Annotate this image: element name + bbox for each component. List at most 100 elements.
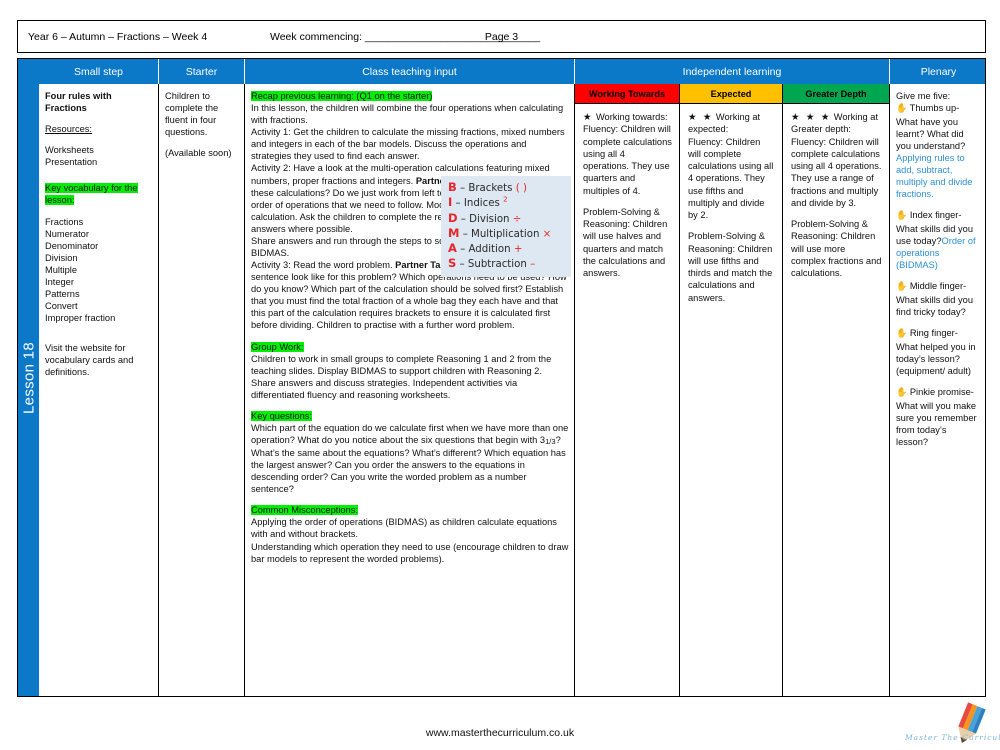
key-questions-heading: Key questions: <box>251 410 312 421</box>
resources-list: Worksheets Presentation <box>45 145 98 168</box>
plenary-item: ✋ Ring finger- What helped you in today’… <box>896 328 976 376</box>
hand-icon: ✋ <box>896 211 908 222</box>
bidmas-letter: A <box>448 241 457 255</box>
bidmas-word: Multiplication <box>471 228 540 240</box>
cell-independent-learning: Working Towards ★ Working towards: Fluen… <box>575 84 890 696</box>
independent-fluency: Fluency: Children will complete calculat… <box>583 124 672 196</box>
bidmas-row: S – Subtraction – <box>448 256 536 271</box>
vocab-item: Patterns <box>45 289 80 300</box>
independent-column-working-towards: Working Towards ★ Working towards: Fluen… <box>575 84 680 696</box>
bidmas-row: M – Multiplication × <box>448 225 552 240</box>
column-header-small-step: Small step <box>39 59 159 84</box>
vocab-item: Integer <box>45 276 74 287</box>
teaching-activity-1: Activity 1: Get the children to calculat… <box>251 127 565 162</box>
badge-expected: Expected <box>680 84 782 104</box>
plenary-item: ✋ Thumbs up- What have you learnt? What … <box>896 103 973 200</box>
bidmas-symbol: + <box>513 244 523 255</box>
table-column-headers: Small step Starter Class teaching input … <box>39 59 985 84</box>
column-header-starter: Starter <box>159 59 245 84</box>
hand-icon: ✋ <box>896 329 908 340</box>
small-step-title: Four rules with Fractions <box>45 91 112 114</box>
independent-fluency: Fluency: Children will complete calculat… <box>791 136 882 208</box>
plenary-answer: Applying rules to add, subtract, multipl… <box>896 153 973 200</box>
vocab-item: Convert <box>45 301 78 312</box>
group-work-text: Children to work in small groups to comp… <box>251 353 552 400</box>
bidmas-reference-box: B – Brackets ( ) I – Indices 2 D – Divis… <box>441 176 571 277</box>
hand-icon: ✋ <box>896 388 908 399</box>
vocab-item: Division <box>45 252 78 263</box>
plenary-item: ✋ Pinkie promise- What will you make sur… <box>896 387 977 447</box>
logo-wordmark: Master The Curriculum <box>905 733 1000 742</box>
bidmas-row: I – Indices 2 <box>448 195 508 210</box>
bidmas-letter: M <box>448 225 460 240</box>
lesson-plan-page: Year 6 – Autumn – Fractions – Week 4 Wee… <box>0 0 1000 750</box>
vocab-item: Multiple <box>45 264 78 275</box>
document-header: Year 6 – Autumn – Fractions – Week 4 Wee… <box>17 20 986 53</box>
cell-starter: Children to complete the fluent in four … <box>159 84 245 696</box>
column-header-plenary: Plenary <box>920 65 957 78</box>
column-header-independent-learning: Independent learning <box>575 59 890 84</box>
teaching-intro: In this lesson, the children will combin… <box>251 103 564 126</box>
footer-website-url: www.masterthecurriculum.co.uk <box>425 727 575 739</box>
badge-greater-depth: Greater Depth <box>783 84 889 104</box>
bidmas-word: Addition <box>468 244 511 255</box>
vocab-item: Improper fraction <box>45 313 116 324</box>
independent-heading: ★ ★ Working at expected: <box>688 112 761 135</box>
independent-column-greater-depth: Greater Depth ★ ★ ★ Working at Greater d… <box>783 84 890 696</box>
vocab-item: Numerator <box>45 228 89 239</box>
badge-working-towards: Working Towards <box>575 84 679 104</box>
independent-heading: ★ Working towards: <box>583 112 668 122</box>
misconceptions-heading: Common Misconceptions: <box>251 505 358 516</box>
independent-heading: ★ ★ ★ Working at Greater depth: <box>791 112 879 135</box>
vocab-item: Denominator <box>45 240 99 251</box>
misconception-item: Applying the order of operations (BIDMAS… <box>251 517 557 540</box>
independent-column-expected: Expected ★ ★ Working at expected: Fluenc… <box>680 84 783 696</box>
vocab-heading: Key vocabulary for the lesson: <box>45 183 138 206</box>
lesson-number-label: Lesson 18 <box>20 341 37 414</box>
bidmas-row: B – Brackets ( ) <box>448 180 527 194</box>
header-page-number: Page 3 <box>484 30 519 43</box>
bidmas-letter: S <box>448 256 457 271</box>
column-header-class-teaching-input: Class teaching input <box>245 59 575 84</box>
bidmas-superscript: 2 <box>503 195 508 204</box>
bidmas-symbol: ÷ <box>512 213 522 225</box>
starter-text: Children to complete the fluent in four … <box>165 91 219 138</box>
star-icon: ★ <box>583 112 594 122</box>
independent-fluency: Fluency: Children will complete calculat… <box>688 136 774 221</box>
bidmas-symbol: ( ) <box>515 183 527 194</box>
independent-reasoning: Problem-Solving & Reasoning: Children wi… <box>791 219 882 279</box>
lesson-plan-table: Lesson 18 Small step Starter Class teach… <box>17 58 986 697</box>
cell-small-step: Four rules with Fractions Resources: Wor… <box>39 84 159 696</box>
key-questions-text: Which part of the equation do we calcula… <box>251 423 569 495</box>
independent-reasoning: Problem-Solving & Reasoning: Children wi… <box>583 206 668 279</box>
cell-plenary: Give me five: ✋ Thumbs up- What have you… <box>890 84 985 696</box>
bidmas-letter: I <box>448 195 453 210</box>
star-icon: ★ ★ <box>688 112 714 122</box>
hand-icon: ✋ <box>896 282 908 293</box>
bidmas-word: Subtraction <box>467 259 527 271</box>
visit-website-note: Visit the website for vocabulary cards a… <box>45 343 134 378</box>
resources-heading: Resources: <box>45 124 93 135</box>
bidmas-row: A – Addition + <box>448 241 523 255</box>
cell-class-teaching-input: B – Brackets ( ) I – Indices 2 D – Divis… <box>245 84 575 696</box>
misconception-item: Understanding which operation they need … <box>251 541 569 564</box>
recap-heading: Recap previous learning: (Q1 on the star… <box>251 91 433 101</box>
bidmas-letter: B <box>448 180 457 194</box>
plenary-item: ✋ Index finger- What skills did you use … <box>896 210 976 271</box>
starter-availability: (Available soon) <box>165 148 232 159</box>
star-icon: ★ ★ ★ <box>791 112 832 122</box>
plenary-item: ✋ Middle finger- What skills did you fin… <box>896 281 973 318</box>
fraction-one-third: 1/3 <box>545 437 556 447</box>
hand-icon: ✋ <box>896 104 908 115</box>
bidmas-symbol: × <box>542 228 552 240</box>
bidmas-word: Division <box>469 213 510 225</box>
group-work-heading: Group Work: <box>251 341 304 352</box>
bidmas-word: Indices <box>463 198 500 210</box>
lesson-spine: Lesson 18 <box>18 59 39 696</box>
plenary-intro: Give me five: <box>896 91 951 101</box>
vocab-item: Fractions <box>45 216 84 227</box>
independent-reasoning: Problem-Solving & Reasoning: Children wi… <box>688 231 773 303</box>
bidmas-row: D – Division ÷ <box>448 210 522 225</box>
bidmas-letter: D <box>448 210 458 225</box>
bidmas-word: Brackets <box>468 183 513 194</box>
